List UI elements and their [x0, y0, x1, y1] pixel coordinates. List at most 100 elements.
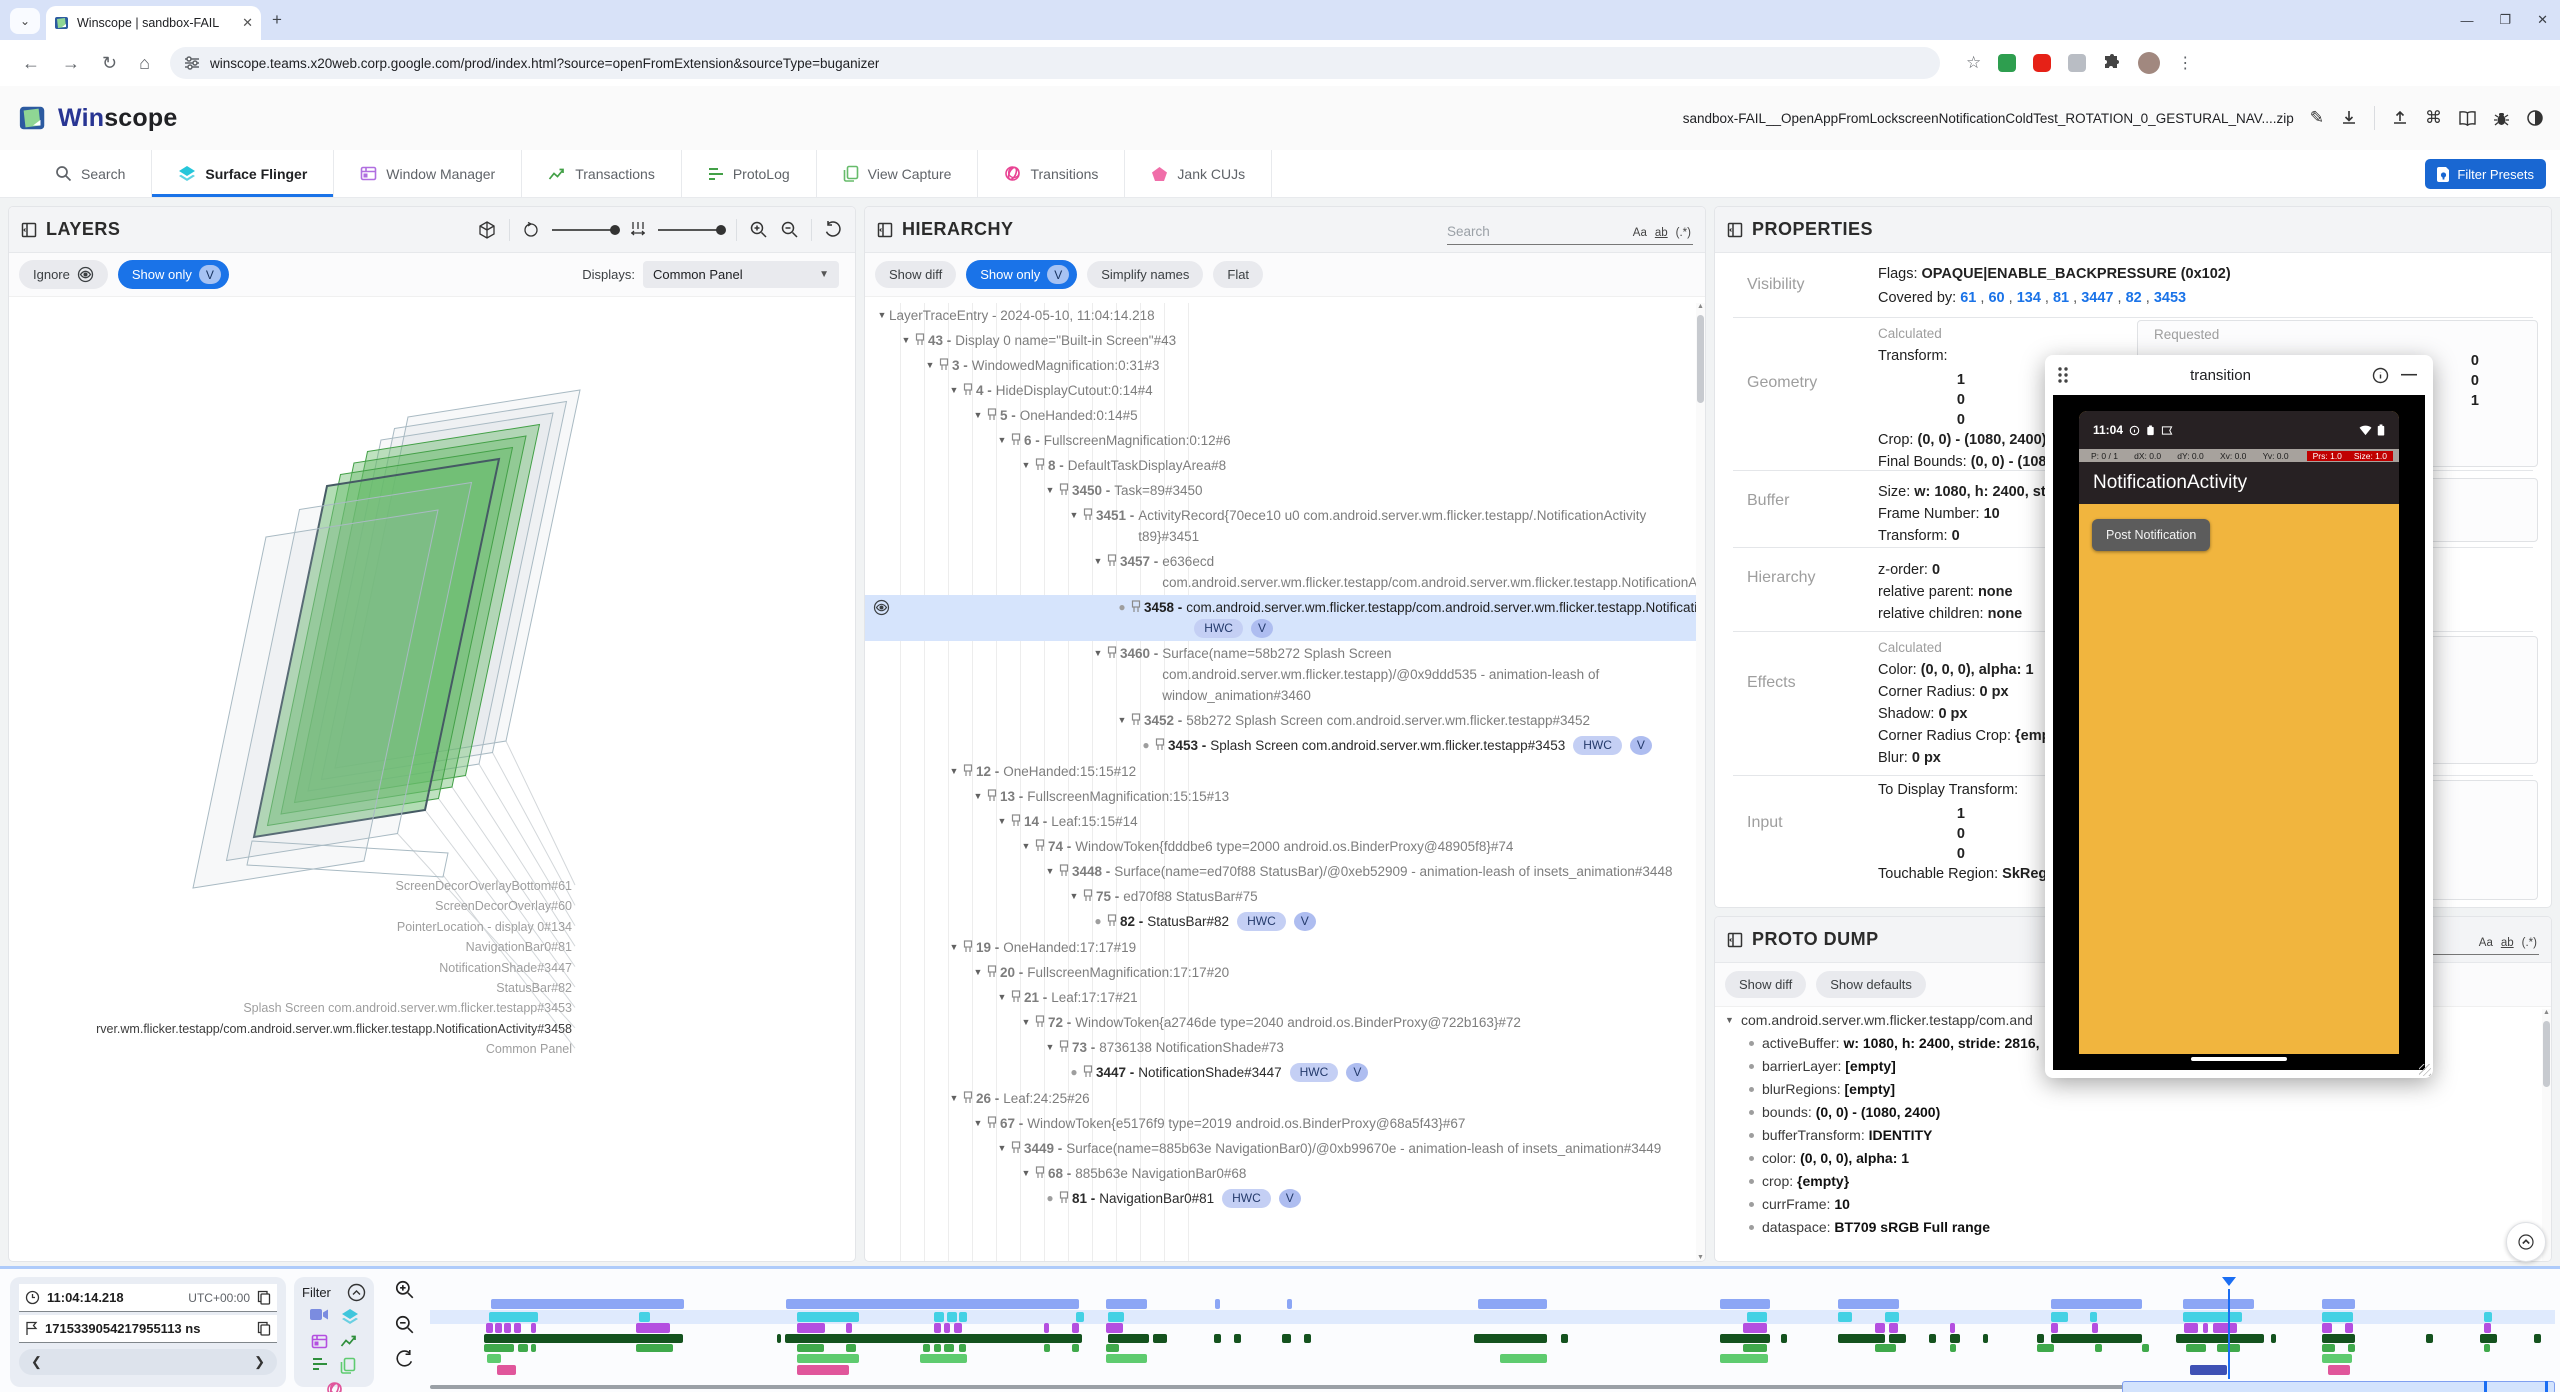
- expand-arrow-icon[interactable]: ▼: [971, 405, 985, 426]
- back-icon[interactable]: ←: [22, 53, 40, 74]
- pin-icon[interactable]: [963, 1091, 973, 1104]
- panel-collapse-icon[interactable]: [1727, 222, 1743, 238]
- expand-arrow-icon[interactable]: ▼: [995, 987, 1009, 1008]
- timeline-segment-window-manager[interactable]: [797, 1323, 825, 1333]
- timeline-segment-transactions[interactable]: [1983, 1334, 1988, 1343]
- trace-filter-list-icon[interactable]: [312, 1357, 328, 1374]
- timeline-segment-transactions[interactable]: [1304, 1334, 1311, 1343]
- timeline-segment-view-capture[interactable]: [1106, 1354, 1147, 1363]
- timeline-segment-protolog[interactable]: [1743, 1344, 1767, 1352]
- pin-icon[interactable]: [987, 965, 997, 978]
- trace-filter-transition-icon[interactable]: [326, 1381, 343, 1392]
- timeline-segment-window-manager[interactable]: [486, 1323, 493, 1333]
- tree-node-75[interactable]: ▼75 -ed70f88 StatusBar#75: [865, 884, 1697, 909]
- minimize-window-icon[interactable]: —: [2401, 366, 2417, 384]
- browser-tab[interactable]: Winscope | sandbox-FAIL ✕: [46, 6, 261, 40]
- match-case-icon[interactable]: Aa: [2479, 937, 2493, 949]
- expand-arrow-icon[interactable]: ▼: [1067, 505, 1081, 526]
- timeline-segment-protolog[interactable]: [944, 1344, 954, 1352]
- timeline-segment-transactions[interactable]: [1282, 1334, 1291, 1343]
- expand-arrow-icon[interactable]: ▼: [875, 305, 889, 326]
- tree-node-3458[interactable]: ●3458 -com.android.server.wm.flicker.tes…: [865, 595, 1697, 641]
- pin-icon[interactable]: [1131, 713, 1141, 726]
- timeline-segment-screen-recording[interactable]: [1106, 1299, 1147, 1309]
- timeline-segment-window-manager[interactable]: [1072, 1323, 1079, 1333]
- timeline-segment-transactions[interactable]: [2480, 1334, 2497, 1343]
- proto-node[interactable]: bounds: (0, 0) - (1080, 2400): [1715, 1101, 2541, 1124]
- tree-node-19[interactable]: ▼19 -OneHanded:17:17#19: [865, 935, 1697, 960]
- show-only-button[interactable]: Show only V: [118, 260, 229, 289]
- expand-arrow-icon[interactable]: ▼: [1067, 886, 1081, 907]
- new-tab-button[interactable]: +: [272, 10, 282, 30]
- pin-icon[interactable]: [1059, 483, 1069, 496]
- timeline-segment-surface-flinger[interactable]: [959, 1312, 967, 1322]
- eye-icon[interactable]: [873, 599, 890, 616]
- timeline-segment-view-capture[interactable]: [487, 1354, 501, 1363]
- timeline-segment-surface-flinger[interactable]: [2322, 1312, 2353, 1322]
- ignore-button[interactable]: Ignore: [19, 260, 108, 289]
- drag-handle-icon[interactable]: [2057, 366, 2069, 384]
- tree-node-3447[interactable]: ●3447 -NotificationShade#3447HWCV: [865, 1060, 1697, 1086]
- tree-node-20[interactable]: ▼20 -FullscreenMagnification:17:17#20: [865, 960, 1697, 985]
- timeline-segment-transactions[interactable]: [1781, 1334, 1787, 1343]
- tree-node-3448[interactable]: ▼3448 -Surface(name=ed70f88 StatusBar)/@…: [865, 859, 1697, 884]
- timeline-cursor[interactable]: [2228, 1289, 2230, 1379]
- reset-zoom-icon[interactable]: [394, 1349, 414, 1369]
- timeline-segment-protolog[interactable]: [2322, 1344, 2335, 1352]
- tab-jank-cujs[interactable]: Jank CUJs: [1125, 150, 1272, 197]
- timeline-segment-screen-recording[interactable]: [1287, 1299, 1292, 1309]
- tree-node-43[interactable]: ▼43 -Display 0 name="Built-in Screen"#43: [865, 328, 1697, 353]
- trace-filter-window-icon[interactable]: [311, 1333, 328, 1350]
- tree-node-68[interactable]: ▼68 -885b63e NavigationBar0#68: [865, 1161, 1697, 1186]
- trace-filter-view-icon[interactable]: [340, 1357, 356, 1374]
- proto-node[interactable]: currFrame: 10: [1715, 1193, 2541, 1216]
- pin-icon[interactable]: [1035, 1166, 1045, 1179]
- timeline-segment-screen-recording[interactable]: [786, 1299, 1079, 1309]
- timeline-segment-transactions[interactable]: [2176, 1334, 2264, 1343]
- timeline-segment-surface-flinger[interactable]: [489, 1312, 538, 1322]
- timeline-segment-transactions[interactable]: [2322, 1334, 2355, 1343]
- expand-arrow-icon[interactable]: ▼: [1091, 551, 1105, 572]
- zoom-in-icon[interactable]: [749, 220, 768, 239]
- tab-transactions[interactable]: Transactions: [522, 150, 682, 197]
- resize-handle[interactable]: [2419, 1064, 2431, 1076]
- regex-icon[interactable]: (.*): [1676, 227, 1691, 239]
- tab-view-capture[interactable]: View Capture: [817, 150, 979, 197]
- timeline-segment-surface-flinger[interactable]: [2484, 1312, 2492, 1322]
- timeline-segment-view-capture[interactable]: [2322, 1354, 2352, 1363]
- scroll-to-top-button[interactable]: [2506, 1222, 2546, 1262]
- trace-filter-videocam-icon[interactable]: [310, 1308, 329, 1326]
- timeline-segment-protolog[interactable]: [934, 1344, 941, 1352]
- tree-node-6[interactable]: ▼6 -FullscreenMagnification:0:12#6: [865, 428, 1697, 453]
- timeline-cursor-handle[interactable]: [2222, 1277, 2236, 1293]
- timeline-segment-transitions[interactable]: [2328, 1365, 2350, 1375]
- timeline-segment-window-manager[interactable]: [1889, 1323, 1898, 1333]
- pin-icon[interactable]: [1083, 508, 1093, 521]
- maximize-icon[interactable]: ❐: [2499, 12, 2511, 28]
- expand-arrow-icon[interactable]: ▼: [947, 1088, 961, 1109]
- expand-arrow-icon[interactable]: ▼: [995, 430, 1009, 451]
- collapse-filter-icon[interactable]: [347, 1283, 366, 1302]
- timeline-segment-screen-recording[interactable]: [1215, 1299, 1220, 1309]
- timeline-segment-transactions[interactable]: [2037, 1334, 2044, 1343]
- flat-button[interactable]: Flat: [1213, 261, 1263, 288]
- timeline-segment-protolog[interactable]: [1106, 1344, 1119, 1352]
- timeline-segment-transactions[interactable]: [2426, 1334, 2433, 1343]
- tab-search[interactable]: Search: [28, 150, 152, 197]
- timeline-segment-protolog[interactable]: [1072, 1344, 1079, 1352]
- timeline-segment-transactions[interactable]: [1108, 1334, 1149, 1343]
- timeline-segment-screen-recording[interactable]: [491, 1299, 684, 1309]
- timeline-segment-protolog[interactable]: [959, 1344, 966, 1352]
- timeline-segment-screen-recording[interactable]: [2322, 1299, 2355, 1309]
- panel-collapse-icon[interactable]: [1727, 932, 1743, 948]
- show-diff-button[interactable]: Show diff: [875, 261, 956, 288]
- timeline-segment-transactions[interactable]: [1889, 1334, 1906, 1343]
- timeline-segment-protolog[interactable]: [1044, 1344, 1050, 1352]
- tree-node-3453[interactable]: ●3453 -Splash Screen com.android.server.…: [865, 733, 1697, 759]
- timeline-segment-window-manager[interactable]: [636, 1323, 670, 1333]
- timeline-segment-protolog[interactable]: [2037, 1344, 2054, 1352]
- next-frame-button[interactable]: ❯: [254, 1354, 265, 1370]
- timeline-segment-surface-flinger[interactable]: [2090, 1312, 2097, 1322]
- timeline-segment-protolog[interactable]: [923, 1344, 930, 1352]
- timeline-segment-surface-flinger[interactable]: [1747, 1312, 1767, 1322]
